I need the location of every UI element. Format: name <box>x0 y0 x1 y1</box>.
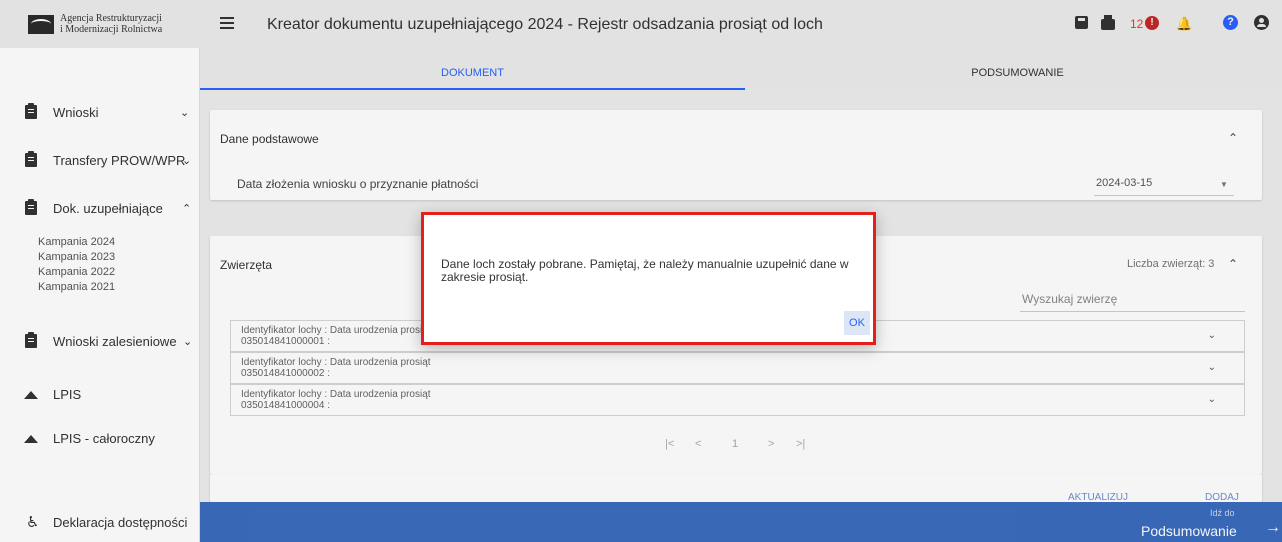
dialog-message: Dane loch zostały pobrane. Pamiętaj, że … <box>441 257 849 284</box>
ok-button[interactable]: OK <box>844 311 870 335</box>
info-dialog: Dane loch zostały pobrane. Pamiętaj, że … <box>421 212 876 345</box>
